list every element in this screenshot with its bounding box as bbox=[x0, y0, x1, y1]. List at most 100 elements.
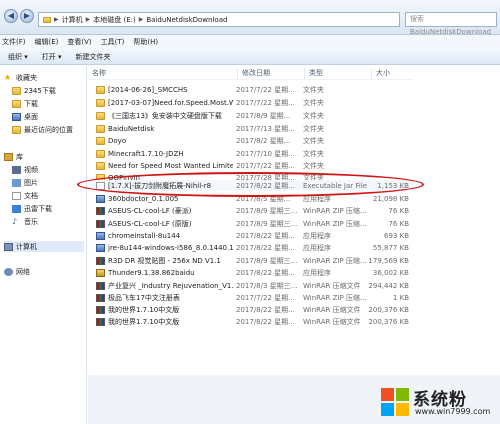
sidebar-label: 视频 bbox=[24, 165, 38, 174]
menu-tools[interactable]: 工具(T) bbox=[101, 37, 125, 47]
file-name: 《三国志13》免安装中文硬盘版下载 bbox=[108, 111, 222, 120]
column-type[interactable]: 类型 bbox=[305, 68, 372, 79]
file-size: 36,002 KB bbox=[372, 268, 409, 277]
file-row[interactable]: jre-8u144-windows-i586_8.0.1440.1 2017/8/… bbox=[88, 242, 413, 253]
file-name: Minecraft1.7.10-JDZH bbox=[108, 149, 184, 158]
thunder-icon bbox=[12, 204, 21, 213]
organize-button[interactable]: 组织 ▾ bbox=[8, 52, 28, 62]
sidebar-computer[interactable]: 计算机 bbox=[4, 241, 84, 252]
sidebar-item-documents[interactable]: 文档 bbox=[12, 190, 38, 201]
sidebar-item-desktop[interactable]: 桌面 bbox=[12, 111, 38, 122]
winrar-archive-icon bbox=[96, 317, 105, 326]
file-row[interactable]: Doyo 2017/8/2 星期... 文件夹 bbox=[88, 135, 413, 146]
file-name: [2017-03-07]Need.for.Speed.Most.W... bbox=[108, 98, 233, 107]
sidebar-label: 迅雷下载 bbox=[24, 204, 52, 213]
chevron-right-icon: ▶ bbox=[54, 16, 59, 23]
sidebar-favorites[interactable]: ★ 收藏夹 bbox=[4, 72, 37, 83]
file-type: 文件夹 bbox=[303, 136, 324, 145]
sidebar-item-pictures[interactable]: 图片 bbox=[12, 177, 38, 188]
file-type: 文件夹 bbox=[303, 85, 324, 94]
file-type: WinRAR 压缩文件 bbox=[303, 281, 361, 290]
navigation-pane: ★ 收藏夹 2345下载 下载 桌面 最近访问的位置 库 视频 图片 文档 迅雷… bbox=[0, 66, 87, 424]
file-row[interactable]: ASEUS-CL-cool-LF (原版) 2017/8/9 星期三... WinR… bbox=[88, 218, 413, 229]
file-date: 2017/7/22 星期... bbox=[236, 85, 295, 94]
file-type: WinRAR ZIP 压缩... bbox=[303, 219, 367, 228]
file-size: 55,877 KB bbox=[372, 243, 409, 252]
file-type: 文件夹 bbox=[303, 111, 324, 120]
sidebar-label: 2345下载 bbox=[24, 86, 56, 95]
winrar-archive-icon bbox=[96, 256, 105, 265]
new-folder-button[interactable]: 新建文件夹 bbox=[76, 52, 111, 62]
file-type: 文件夹 bbox=[303, 124, 324, 133]
file-row[interactable]: 产业复兴 _Industry Rejuvenation_V1.0... 2017/… bbox=[88, 280, 413, 291]
file-row[interactable]: 我的世界1.7.10中文版 2017/8/22 星期... WinRAR 压缩文件 2… bbox=[88, 304, 413, 315]
file-size: 200,376 KB bbox=[368, 317, 409, 326]
folder-icon bbox=[12, 99, 21, 108]
folder-icon bbox=[43, 16, 51, 23]
file-type: WinRAR 压缩文件 bbox=[303, 305, 361, 314]
file-row[interactable]: BaiduNetdisk 2017/7/13 星期... 文件夹 bbox=[88, 123, 413, 134]
column-size[interactable]: 大小 bbox=[372, 68, 413, 79]
file-type: 文件夹 bbox=[303, 161, 324, 170]
file-row[interactable]: ASEUS-CL-cool-LF (豪派) 2017/8/9 星期三... WinR… bbox=[88, 205, 413, 216]
file-type: WinRAR ZIP 压缩... bbox=[303, 256, 367, 265]
sidebar-libraries[interactable]: 库 bbox=[4, 151, 23, 162]
file-row[interactable]: 极品飞车17中文注册表 2017/7/22 星期... WinRAR ZIP 压缩.… bbox=[88, 292, 413, 303]
breadcrumb-computer[interactable]: 计算机 bbox=[62, 15, 83, 25]
sidebar-label: 库 bbox=[16, 152, 23, 161]
breadcrumb-folder[interactable]: BaiduNetdiskDownload bbox=[146, 16, 227, 24]
file-row[interactable]: Minecraft1.7.10-JDZH 2017/7/10 星期... 文件夹 bbox=[88, 148, 413, 159]
red-highlight-ring bbox=[77, 172, 424, 197]
sidebar-item-thunder[interactable]: 迅雷下载 bbox=[12, 203, 52, 214]
file-date: 2017/8/22 星期... bbox=[236, 317, 295, 326]
file-row[interactable]: chromeinstall-8u144 2017/8/22 星期... 应用程序 69… bbox=[88, 230, 413, 241]
file-name: 产业复兴 _Industry Rejuvenation_V1.0... bbox=[108, 281, 233, 290]
file-date: 2017/8/22 星期... bbox=[236, 305, 295, 314]
sidebar-item-2345[interactable]: 2345下载 bbox=[12, 85, 56, 96]
open-button[interactable]: 打开 ▾ bbox=[42, 52, 62, 62]
sidebar-label: 音乐 bbox=[24, 217, 38, 226]
application-icon bbox=[96, 243, 105, 252]
sidebar-label: 图片 bbox=[24, 178, 38, 187]
file-row[interactable]: 我的世界1.7.10中文版 2017/8/22 星期... WinRAR 压缩文件 2… bbox=[88, 316, 413, 327]
menu-edit[interactable]: 编辑(E) bbox=[35, 37, 59, 47]
sidebar-label: 桌面 bbox=[24, 112, 38, 121]
file-row[interactable]: Need for Speed Most Wanted Limite... 2017… bbox=[88, 160, 413, 171]
menu-file[interactable]: 文件(F) bbox=[2, 37, 26, 47]
sidebar-item-videos[interactable]: 视频 bbox=[12, 164, 38, 175]
chevron-right-icon: ▶ bbox=[85, 16, 91, 23]
forward-button[interactable]: ▶ bbox=[20, 9, 34, 23]
file-name: [2014-06-26]_SMCCHS bbox=[108, 85, 188, 94]
recent-places-icon bbox=[12, 125, 21, 134]
file-name: 极品飞车17中文注册表 bbox=[108, 293, 180, 302]
column-date[interactable]: 修改日期 bbox=[238, 68, 305, 79]
desktop-icon bbox=[12, 112, 21, 121]
folder-icon bbox=[96, 136, 105, 145]
file-name: BaiduNetdisk bbox=[108, 124, 155, 133]
file-name: Doyo bbox=[108, 136, 127, 145]
sidebar-item-music[interactable]: ♪ 音乐 bbox=[12, 216, 38, 227]
file-row[interactable]: [2014-06-26]_SMCCHS 2017/7/22 星期... 文件夹 bbox=[88, 84, 413, 95]
back-button[interactable]: ◀ bbox=[4, 9, 18, 23]
file-row[interactable]: Thunder9.1.38.862baidu 2017/8/22 星期... 应用程… bbox=[88, 267, 413, 278]
file-date: 2017/7/22 星期... bbox=[236, 161, 295, 170]
file-name: 360bdoctor_0.1.005 bbox=[108, 194, 179, 203]
file-row[interactable]: R3D DR 视觉贴图 - 256x ND V1.1 2017/8/9 星期三..… bbox=[88, 255, 413, 266]
folder-icon bbox=[96, 161, 105, 170]
column-name[interactable]: 名称 bbox=[88, 68, 238, 79]
file-name: ASEUS-CL-cool-LF (豪派) bbox=[108, 206, 192, 215]
folder-icon bbox=[96, 149, 105, 158]
winrar-archive-icon bbox=[96, 293, 105, 302]
sidebar-item-recent[interactable]: 最近访问的位置 bbox=[12, 124, 73, 135]
file-type: WinRAR ZIP 压缩... bbox=[303, 206, 367, 215]
file-row[interactable]: [2017-03-07]Need.for.Speed.Most.W... 2017… bbox=[88, 97, 413, 108]
menu-view[interactable]: 查看(V) bbox=[67, 37, 91, 47]
search-input[interactable]: 搜索 BaiduNetdiskDownload bbox=[405, 12, 497, 36]
address-bar[interactable]: ▶ 计算机 ▶ 本地磁盘 (E:) ▶ BaiduNetdiskDownload bbox=[38, 12, 400, 27]
sidebar-network[interactable]: 网络 bbox=[4, 266, 30, 277]
sidebar-item-downloads[interactable]: 下载 bbox=[12, 98, 38, 109]
menu-help[interactable]: 帮助(H) bbox=[133, 37, 158, 47]
breadcrumb-drive[interactable]: 本地磁盘 (E:) bbox=[93, 15, 135, 25]
file-row[interactable]: 《三国志13》免安装中文硬盘版下载 2017/8/9 星期... 文件夹 bbox=[88, 110, 413, 121]
computer-icon bbox=[4, 242, 13, 251]
